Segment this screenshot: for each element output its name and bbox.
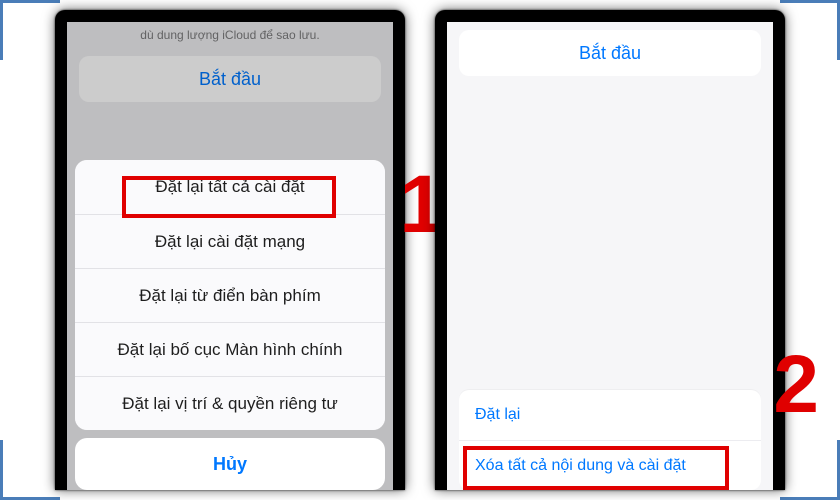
reset-all-settings-option[interactable]: Đặt lại tất cả cài đặt	[75, 160, 385, 214]
reset-action-sheet: Đặt lại tất cả cài đặt Đặt lại cài đặt m…	[67, 160, 393, 490]
phone-mockup-right: Bắt đầu Đặt lại Xóa tất cả nội dung và c…	[435, 10, 785, 490]
reset-row[interactable]: Đặt lại	[459, 390, 761, 440]
reset-location-privacy-option[interactable]: Đặt lại vị trí & quyền riêng tư	[75, 376, 385, 430]
reset-home-screen-option[interactable]: Đặt lại bố cục Màn hình chính	[75, 322, 385, 376]
frame-corner	[780, 0, 840, 60]
reset-network-settings-option[interactable]: Đặt lại cài đặt mạng	[75, 214, 385, 268]
frame-corner	[0, 0, 60, 60]
reset-sheet-group: Đặt lại tất cả cài đặt Đặt lại cài đặt m…	[75, 160, 385, 430]
phone-screen-left: dù dung lượng iCloud để sao lưu. Bắt đầu…	[67, 22, 393, 490]
reset-keyboard-dictionary-option[interactable]: Đặt lại từ điển bàn phím	[75, 268, 385, 322]
start-button-right[interactable]: Bắt đầu	[459, 30, 761, 76]
frame-corner	[780, 440, 840, 500]
phone-screen-right: Bắt đầu Đặt lại Xóa tất cả nội dung và c…	[447, 22, 773, 490]
cancel-button[interactable]: Hủy	[75, 438, 385, 490]
erase-all-row[interactable]: Xóa tất cả nội dung và cài đặt	[459, 440, 761, 490]
start-button-left[interactable]: Bắt đầu	[79, 56, 381, 102]
phone-mockup-left: dù dung lượng iCloud để sao lưu. Bắt đầu…	[55, 10, 405, 490]
frame-corner	[0, 440, 60, 500]
backup-info-text: dù dung lượng iCloud để sao lưu.	[67, 22, 393, 56]
annotation-2: 2	[773, 338, 819, 432]
reset-options-list: Đặt lại Xóa tất cả nội dung và cài đặt	[459, 390, 761, 490]
